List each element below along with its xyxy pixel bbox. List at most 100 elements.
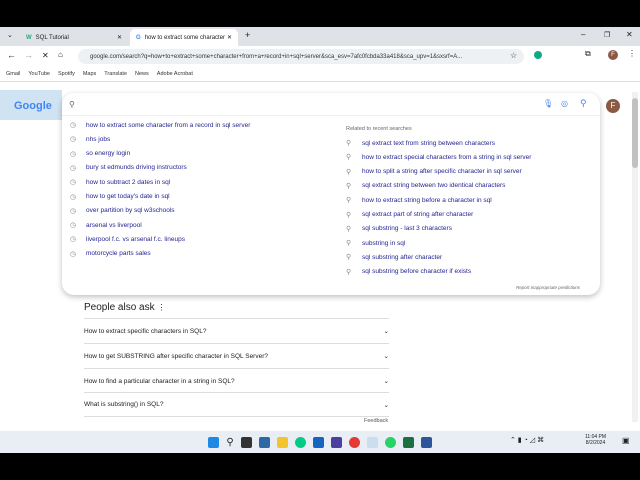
bookmark-spotify[interactable]: Spotify: [58, 71, 75, 77]
search-icon: ⚲: [346, 211, 352, 219]
google-account-avatar[interactable]: F: [606, 99, 620, 113]
whatsapp-icon[interactable]: [384, 436, 396, 448]
google-doodle-logo[interactable]: Google: [0, 90, 62, 120]
stop-button[interactable]: ✕: [42, 51, 49, 60]
system-tray-icons[interactable]: ⌃ ▮ ◔ ◿ ⌘: [510, 436, 544, 444]
word-icon[interactable]: [420, 436, 432, 448]
paa-question[interactable]: How to get SUBSTRING after specific char…: [84, 343, 389, 368]
history-suggestion[interactable]: ◷ liverpool f.c. vs arsenal f.c. lineups: [70, 235, 185, 244]
extensions-puzzle-icon[interactable]: ⧉: [585, 49, 591, 59]
paa-question[interactable]: How to find a particular character in a …: [84, 368, 389, 393]
bookmark-maps[interactable]: Maps: [83, 71, 96, 77]
history-suggestion[interactable]: ◷ nhs jobs: [70, 135, 110, 144]
close-tab-icon[interactable]: ✕: [117, 34, 122, 41]
search-button[interactable]: ⚲: [580, 98, 587, 109]
history-clock-icon: ◷: [70, 164, 77, 172]
restore-button[interactable]: ❐: [604, 31, 610, 39]
store-icon[interactable]: [312, 436, 324, 448]
back-button[interactable]: ←: [7, 50, 16, 60]
close-tab-icon[interactable]: ✕: [227, 34, 232, 41]
related-suggestion[interactable]: ⚲ sql extract string between two identica…: [346, 182, 505, 190]
file-explorer-icon[interactable]: [276, 436, 288, 448]
history-clock-icon: ◷: [70, 122, 77, 129]
search-icon: ⚲: [346, 168, 352, 176]
jw-icon[interactable]: [330, 436, 342, 448]
search-input[interactable]: [82, 97, 522, 113]
forward-button[interactable]: →: [24, 50, 33, 60]
history-suggestion[interactable]: ◷ how to subtract 2 dates in sql: [70, 178, 170, 187]
search-icon: ⚲: [69, 100, 75, 109]
history-suggestion[interactable]: ◷ bury st edmunds driving instructors: [70, 164, 187, 172]
tab-title: SQL Tutorial: [35, 34, 69, 41]
related-suggestion[interactable]: ⚲ sql extract part of string after charac…: [346, 211, 473, 219]
search-dropdown: ⚲ 🎙 ◎ ⚲ ◷ how to extract some character f…: [62, 93, 600, 295]
report-predictions-link[interactable]: Report inappropriate predictions: [516, 285, 580, 290]
bookmark-youtube[interactable]: YouTube: [28, 71, 50, 77]
related-suggestion[interactable]: ⚲ sql substring - last 3 characters: [346, 225, 452, 233]
bookmark-adobe-acrobat[interactable]: Adobe Acrobat: [157, 71, 193, 77]
extension-icon[interactable]: [534, 51, 542, 59]
history-clock-icon: ◷: [70, 193, 77, 201]
chevron-down-icon: ⌄: [383, 401, 389, 409]
lens-search-icon[interactable]: ◎: [561, 99, 568, 108]
people-also-ask-heading: People also ask ⋮: [84, 302, 166, 313]
start-icon[interactable]: [208, 436, 220, 448]
notifications-icon[interactable]: ▣: [622, 436, 630, 445]
tab-google-search[interactable]: G how to extract some character ✕: [130, 29, 238, 46]
profile-avatar[interactable]: F: [608, 50, 618, 60]
history-suggestion[interactable]: ◷ arsenal vs liverpool: [70, 221, 142, 230]
widgets-icon[interactable]: [258, 436, 270, 448]
search-icon: ⚲: [346, 254, 352, 262]
tab-strip: ⌄ W SQL Tutorial ✕ G how to extract some…: [0, 27, 640, 46]
bookmark-gmail[interactable]: Gmail: [6, 71, 20, 77]
search-icon: ⚲: [346, 240, 352, 248]
history-clock-icon: ◷: [70, 236, 77, 244]
scrollbar[interactable]: [632, 92, 638, 422]
clock[interactable]: 11:04 PM 8/2/2024: [585, 434, 606, 446]
paa-question[interactable]: What is substring() in SQL? ⌄: [84, 392, 389, 417]
search-icon: ⚲: [346, 182, 352, 190]
history-suggestion[interactable]: ◷ over partition by sql w3schools: [70, 207, 175, 215]
minimize-button[interactable]: –: [581, 30, 585, 39]
chrome-icon[interactable]: [348, 436, 360, 448]
history-suggestion[interactable]: ◷ motorcycle parts sales: [70, 250, 151, 258]
close-window-button[interactable]: ✕: [626, 30, 633, 39]
related-suggestion[interactable]: ⚲ sql substring after character: [346, 253, 442, 262]
related-suggestion[interactable]: ⚲ sql extract text from string between ch…: [346, 139, 495, 148]
bookmark-star-icon[interactable]: ☆: [510, 51, 517, 60]
home-button[interactable]: ⌂: [58, 50, 63, 59]
related-suggestion[interactable]: ⚲ how to extract string before a characte…: [346, 196, 492, 205]
feedback-link[interactable]: Feedback: [364, 418, 388, 424]
paa-question[interactable]: How to extract specific characters in SQ…: [84, 318, 389, 343]
voice-search-icon[interactable]: 🎙: [543, 99, 553, 108]
taskbar: ⚲ 11:04 PM 8/2/2024 ⌃ ▮ ◔ ◿ ⌘ ▣: [0, 431, 640, 453]
edge-icon[interactable]: [294, 436, 306, 448]
history-suggestion[interactable]: ◷ how to get today's date in sql: [70, 193, 170, 201]
tab-search-icon[interactable]: ⌄: [7, 31, 13, 39]
new-tab-button[interactable]: +: [245, 30, 250, 40]
bookmark-translate[interactable]: Translate: [104, 71, 127, 77]
address-bar[interactable]: google.com/search?q=how+to+extract+some+…: [78, 49, 524, 64]
history-suggestion[interactable]: ◷ so energy login: [70, 150, 130, 158]
history-clock-icon: ◷: [70, 222, 77, 230]
bookmarks-bar: Gmail YouTube Spotify Maps Translate New…: [0, 66, 640, 81]
menu-icon[interactable]: ⋮: [628, 49, 636, 58]
search-taskbar-icon[interactable]: ⚲: [226, 437, 233, 448]
related-suggestion[interactable]: ⚲ how to extract special characters from …: [346, 153, 531, 162]
search-icon: ⚲: [346, 268, 352, 276]
search-icon: ⚲: [346, 197, 352, 205]
history-suggestion[interactable]: ◷ how to extract some character from a re…: [70, 121, 250, 130]
history-clock-icon: ◷: [70, 250, 77, 258]
tab-sql-tutorial[interactable]: W SQL Tutorial ✕: [20, 29, 128, 46]
chevron-down-icon: ⌄: [383, 353, 389, 360]
related-suggestion[interactable]: ⚲ how to split a string after specific ch…: [346, 168, 522, 176]
tab-title: how to extract some character: [144, 34, 226, 41]
related-suggestion[interactable]: ⚲ substring in sql: [346, 239, 405, 248]
task-view-icon[interactable]: [240, 436, 252, 448]
excel-icon[interactable]: [402, 436, 414, 448]
paint-icon[interactable]: [366, 436, 378, 448]
search-icon: ⚲: [346, 140, 352, 147]
related-suggestion[interactable]: ⚲ sql substring before character if exist…: [346, 268, 471, 276]
history-clock-icon: ◷: [70, 150, 77, 158]
bookmark-news[interactable]: News: [135, 71, 149, 77]
